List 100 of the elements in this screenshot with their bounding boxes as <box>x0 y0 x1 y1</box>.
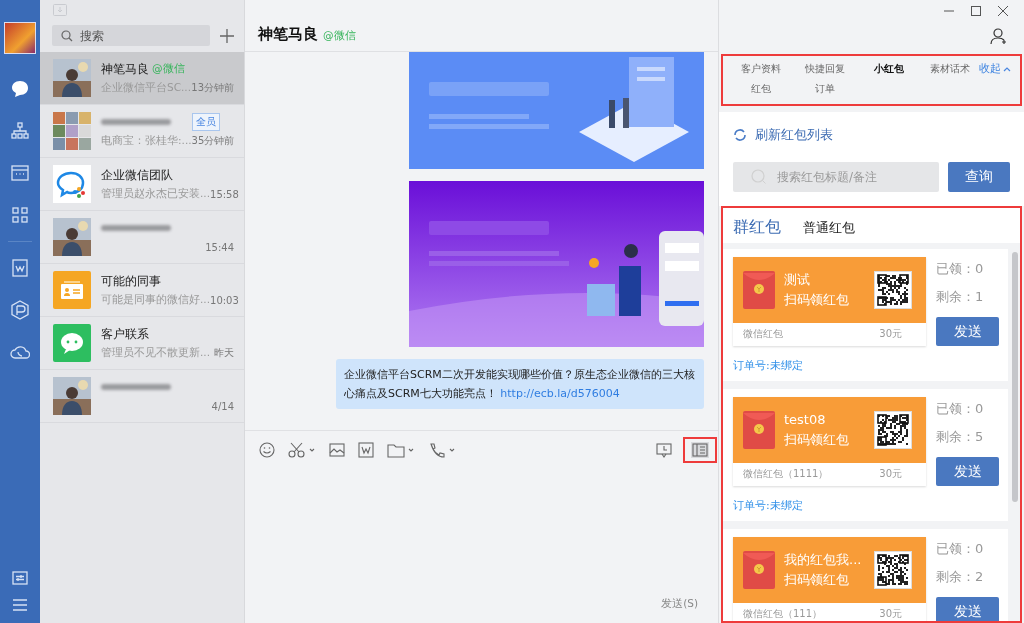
chat-item[interactable]: 企业微信团队 管理员赵永杰已安装...15:58 <box>40 158 244 211</box>
panel-tab[interactable]: 订单 <box>793 82 857 96</box>
user-avatar[interactable] <box>4 22 36 54</box>
wecom-logo-icon <box>53 165 91 203</box>
query-button[interactable]: 查询 <box>948 162 1010 192</box>
redacted-name <box>101 384 171 390</box>
chat-bubble-icon <box>53 324 91 362</box>
calendar-icon[interactable] <box>10 163 30 183</box>
remaining-count: 剩余：1 <box>936 288 985 306</box>
collapse-link[interactable]: 收起 <box>979 62 1018 76</box>
contact-card-icon <box>53 271 91 309</box>
scissors-icon[interactable] <box>288 442 316 458</box>
chat-item[interactable]: 客户联系 管理员不见不散更新... 昨天 <box>40 317 244 370</box>
history-icon[interactable] <box>656 442 672 458</box>
packet-type-tab[interactable]: 普通红包 <box>803 218 855 237</box>
send-button[interactable]: 发送 <box>936 597 999 621</box>
menu-icon[interactable] <box>12 599 28 611</box>
message-bubble: 企业微信平台SCRM二次开发能实现哪些价值？原生态企业微信的三大核心痛点及SCRM七大功能亮点！ http://ecb.la/d576004 <box>336 359 704 409</box>
chat-item[interactable]: 4/14 <box>40 370 244 423</box>
send-hint[interactable]: 发送(S) <box>661 597 698 611</box>
packet-source: 微信红包（1111） <box>743 467 829 481</box>
qr-code-icon <box>874 551 912 589</box>
packet-subtitle: 扫码领红包 <box>784 291 850 309</box>
envelope-icon <box>743 411 775 449</box>
order-link[interactable]: 订单号:未绑定 <box>733 358 1008 373</box>
phone-icon[interactable] <box>428 442 456 458</box>
side-panel-icon[interactable] <box>691 442 709 458</box>
chat-bubble-icon[interactable] <box>10 79 30 99</box>
message-time: 4/14 <box>211 400 234 412</box>
send-button[interactable]: 发送 <box>936 317 999 346</box>
contact-name: 可能的同事 <box>101 272 161 290</box>
message-preview: 管理员赵永杰已安装... <box>101 187 210 201</box>
refresh-icon <box>733 128 747 142</box>
order-link[interactable]: 订单号:未绑定 <box>733 498 1008 513</box>
claimed-count: 已领：0 <box>936 540 985 558</box>
contact-name: 客户联系 <box>101 325 149 343</box>
document-icon[interactable] <box>10 258 30 278</box>
source-tag: @微信 <box>323 29 356 43</box>
close-icon[interactable] <box>998 6 1008 16</box>
qr-code-icon <box>874 411 912 449</box>
panel-tab[interactable]: 红包 <box>729 82 793 96</box>
maximize-icon[interactable] <box>971 6 981 16</box>
packet-title: 测试 <box>784 271 811 289</box>
envelope-icon <box>743 271 775 309</box>
scrollbar[interactable] <box>1012 252 1018 502</box>
org-chart-icon[interactable] <box>10 121 30 141</box>
claimed-count: 已领：0 <box>936 260 985 278</box>
remaining-count: 剩余：2 <box>936 568 985 586</box>
search-icon <box>751 169 767 185</box>
search-field[interactable]: 搜索 <box>52 25 210 46</box>
qr-code-icon <box>874 271 912 309</box>
panel-tab[interactable]: 素材话术 <box>921 62 979 76</box>
chat-item[interactable]: 15:44 <box>40 211 244 264</box>
folder-icon[interactable] <box>387 442 415 458</box>
refresh-link[interactable]: 刷新红包列表 <box>733 126 833 144</box>
chat-item[interactable]: 全员 电商宝：张桂华:...35分钟前 <box>40 105 244 158</box>
redacted-name <box>101 225 171 231</box>
message-time: 13分钟前 <box>191 81 234 95</box>
settings-icon[interactable] <box>12 571 28 585</box>
contact-name: 神笔马良 <box>101 60 149 78</box>
packet-subtitle: 扫码领红包 <box>784 571 850 589</box>
message-time: 10:03 <box>210 294 239 306</box>
hexagon-icon[interactable] <box>10 300 30 320</box>
packet-subtitle: 扫码领红包 <box>784 431 850 449</box>
panel-tab[interactable]: 快捷回复 <box>793 62 857 76</box>
packet-amount: 30元 <box>879 327 902 341</box>
chat-title: 神笔马良 <box>258 25 318 44</box>
panel-tab[interactable]: 小红包 <box>857 62 921 76</box>
caret-icon <box>1003 66 1011 72</box>
packet-source: 微信红包（111） <box>743 607 823 621</box>
message-preview: 管理员不见不散更新... <box>101 346 210 360</box>
redacted-name <box>101 119 171 125</box>
message-preview: 可能是同事的微信好... <box>101 293 210 307</box>
group-badge: 全员 <box>192 113 220 131</box>
packet-source: 微信红包 <box>743 327 783 341</box>
message-time: 15:58 <box>210 188 239 200</box>
send-button[interactable]: 发送 <box>936 457 999 486</box>
image-icon[interactable] <box>329 442 345 458</box>
envelope-icon <box>743 551 775 589</box>
message-preview: 电商宝：张桂华:... <box>101 134 192 148</box>
packet-amount: 30元 <box>879 467 902 481</box>
search-field[interactable]: 搜索红包标题/备注 <box>733 162 939 192</box>
message-link[interactable]: http://ecb.la/d576004 <box>500 387 620 400</box>
packet-title: 我的红包我... <box>784 551 863 569</box>
panel-tab[interactable]: 客户资料 <box>729 62 793 76</box>
add-user-icon[interactable] <box>990 27 1008 45</box>
claimed-count: 已领：0 <box>936 400 985 418</box>
search-icon <box>61 30 73 42</box>
packet-type-tab[interactable]: 群红包 <box>733 217 781 238</box>
message-time: 15:44 <box>205 241 234 253</box>
word-file-icon[interactable] <box>358 442 374 458</box>
grid-icon[interactable] <box>10 205 30 225</box>
add-icon[interactable] <box>220 28 234 43</box>
remaining-count: 剩余：5 <box>936 428 985 446</box>
contact-name: 企业微信团队 <box>101 166 173 184</box>
message-time: 35分钟前 <box>191 134 235 148</box>
emoji-icon[interactable] <box>259 442 275 458</box>
source-tag: @微信 <box>152 62 185 76</box>
chat-item[interactable]: 可能的同事 可能是同事的微信好...10:03 <box>40 264 244 317</box>
message-time: 昨天 <box>214 346 234 360</box>
